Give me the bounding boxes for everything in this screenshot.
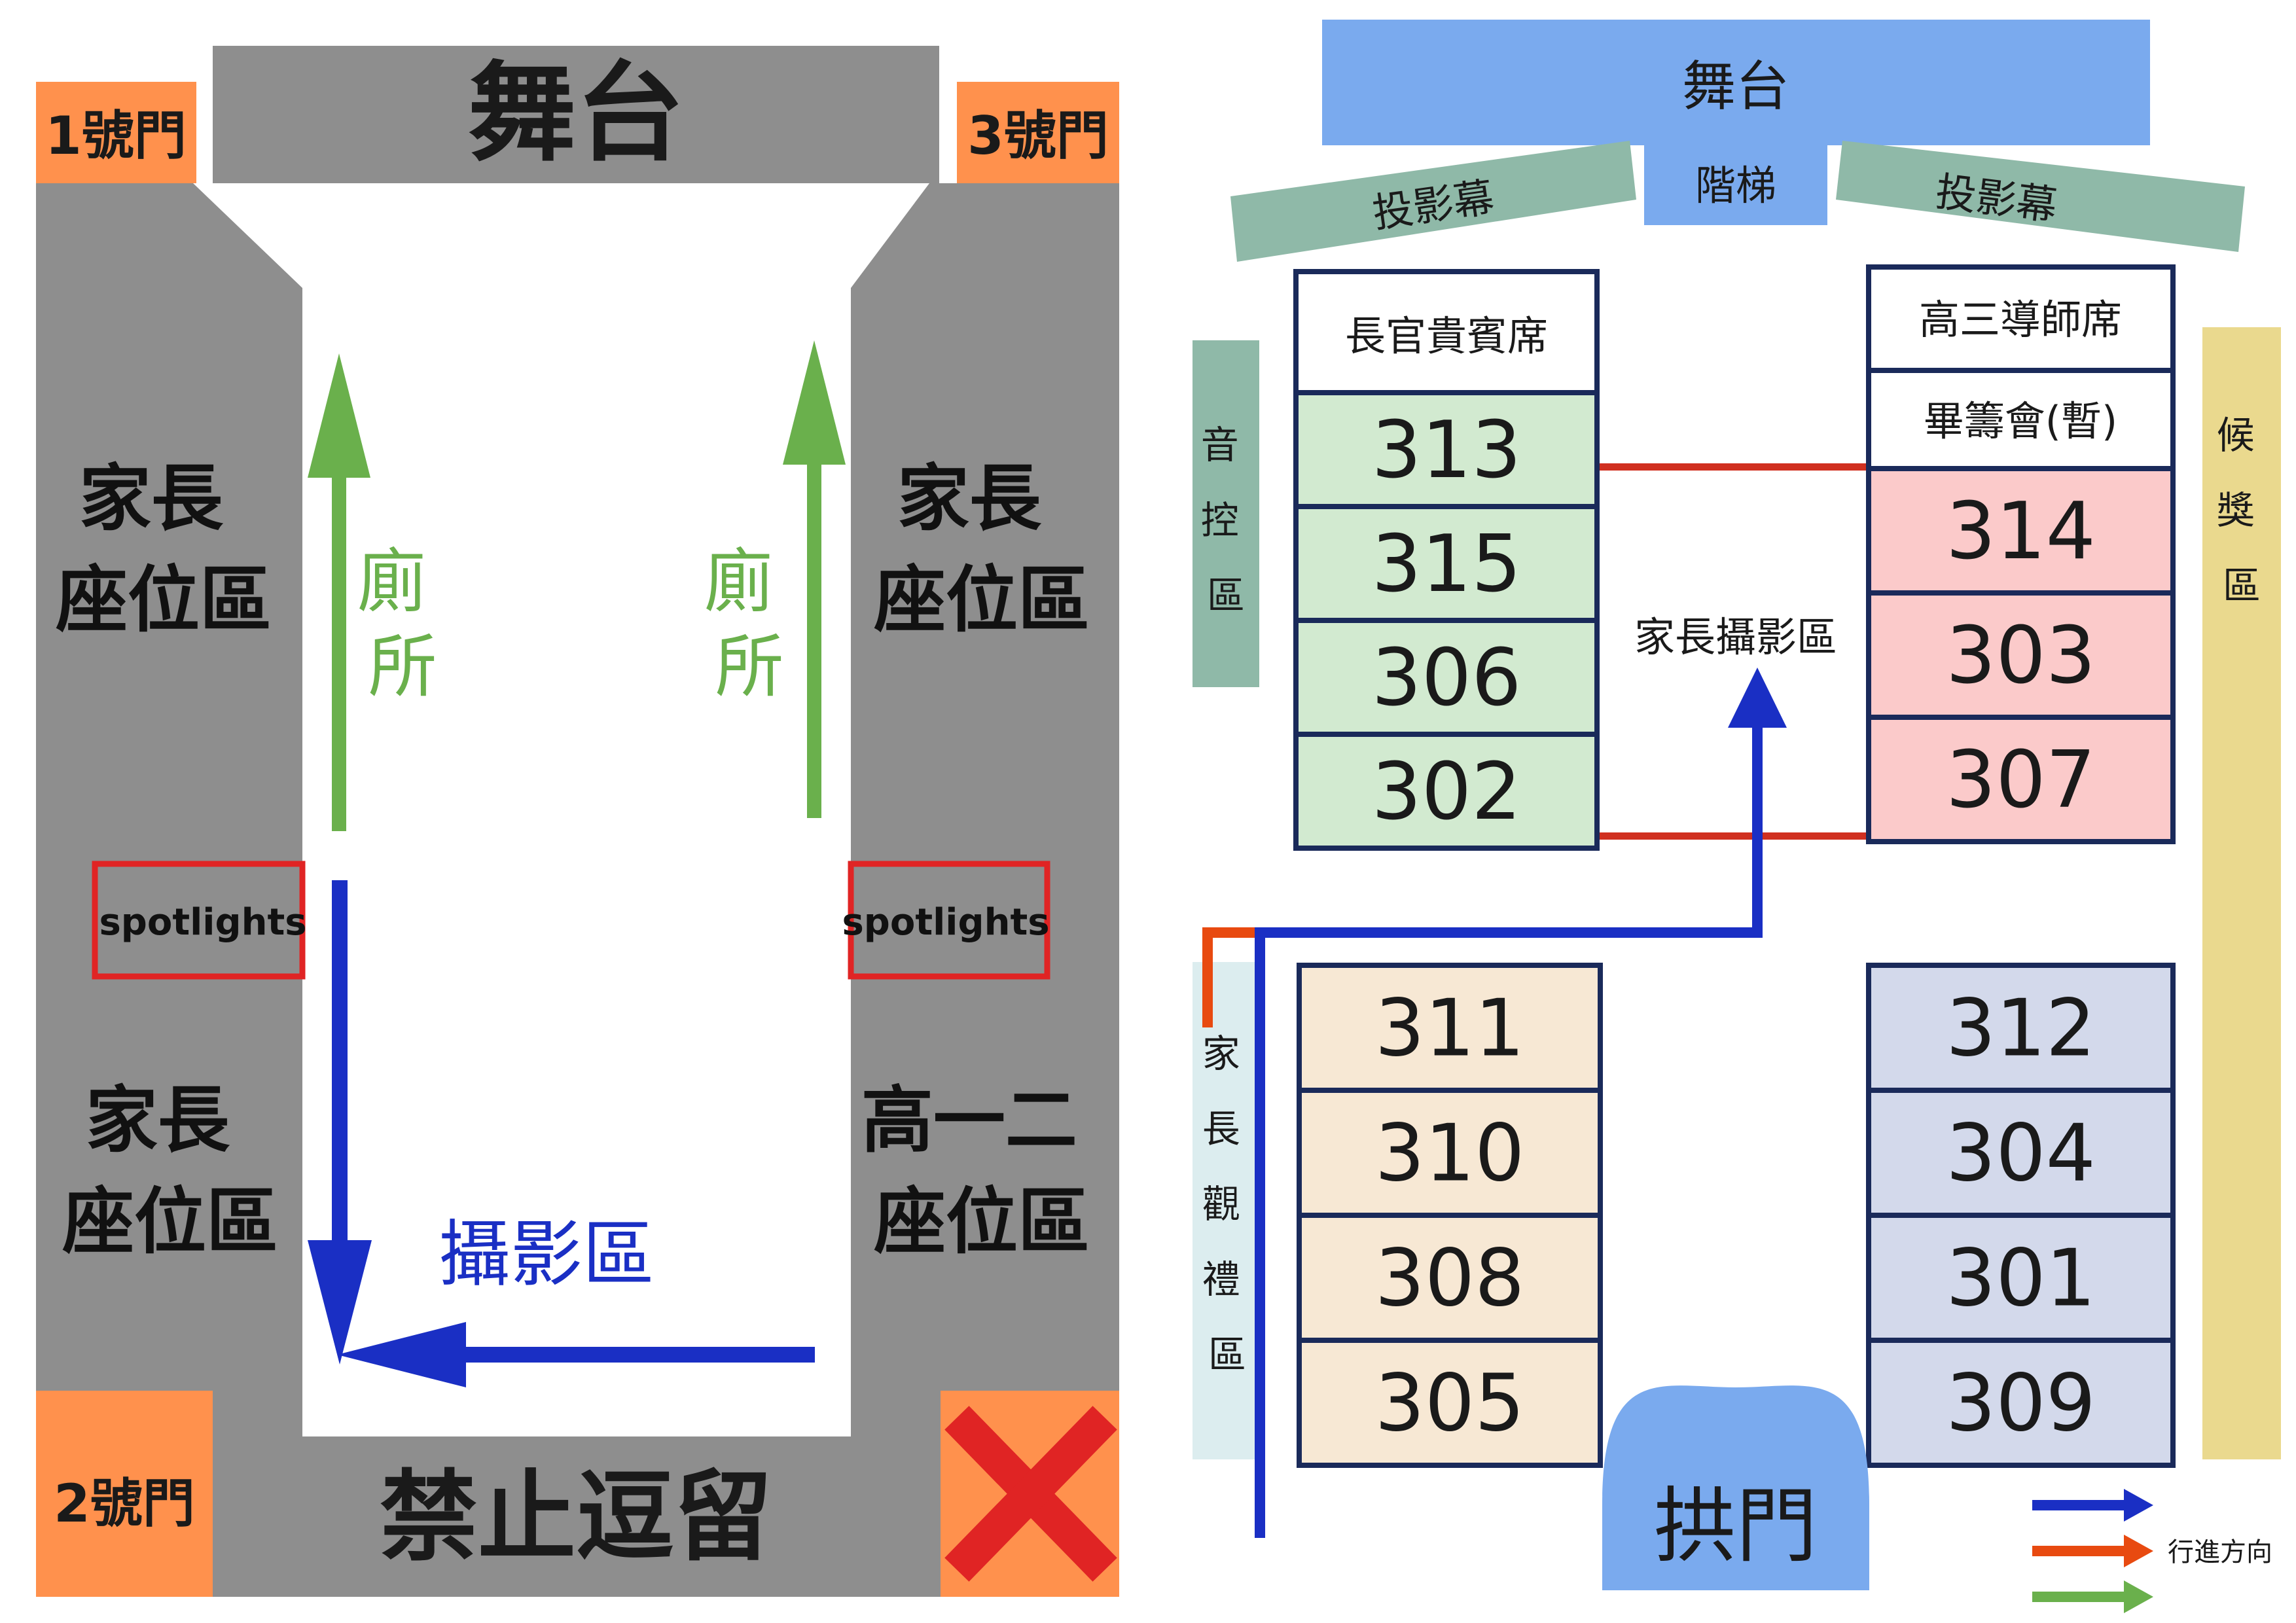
venue-seating-diagram: 舞台 1號門 3號門 2號門 家長 座位區 家長 座位區 家長 座位區 高一二 … [36, 20, 2281, 1613]
class-number-label: 309 [1946, 1359, 2096, 1450]
sound-control-label: 音 控 區 [1201, 423, 1251, 618]
class-number-label: 305 [1374, 1359, 1524, 1450]
class-number-label: 312 [1946, 984, 2096, 1075]
class-number-label: 307 [1946, 735, 2096, 826]
class-number-label: 303 [1946, 611, 2096, 702]
photo-zone-label: 攝影區 [439, 1213, 655, 1296]
parent-photo-zone-label: 家長攝影區 [1634, 613, 1837, 661]
legend-green-arrow [2032, 1592, 2130, 1602]
legend-label: 行進方向 [2168, 1537, 2272, 1567]
class-number-label: 308 [1374, 1234, 1524, 1325]
class-number-label: 302 [1371, 747, 1521, 838]
green-seat-block: 313 315 306 302 [1293, 390, 1600, 851]
stage-steps-label: 階梯 [1695, 162, 1776, 209]
legend-blue-arrow [2032, 1500, 2130, 1510]
lavender-seat-block: 312 304 301 309 [1866, 963, 2176, 1468]
vip-header-label: 長官貴賓席 [1345, 312, 1548, 360]
class-number-label: 311 [1374, 984, 1524, 1075]
class-number-label: 306 [1371, 633, 1521, 724]
spotlight-label-right: spotlights [842, 901, 1049, 944]
direction-legend: 行進方向 [2032, 1489, 2272, 1613]
blue-route-arrowhead [1728, 668, 1787, 728]
door-1-label: 1號門 [45, 105, 187, 166]
door-3-label: 3號門 [967, 105, 1109, 166]
arch-gate-label: 拱門 [1654, 1479, 1818, 1574]
senior-teacher-header-label: 高三導師席 [1919, 296, 2122, 344]
class-number-label: 314 [1946, 486, 2096, 577]
class-number-label: 304 [1946, 1109, 2096, 1200]
red-rope-top [1597, 463, 1872, 471]
door-2-label: 2號門 [54, 1473, 195, 1534]
left-floor-plan: 舞台 1號門 3號門 2號門 家長 座位區 家長 座位區 家長 座位區 高一二 … [36, 46, 1119, 1597]
right-floor-plan: 舞台 階梯 投影幕 投影幕 音 控 區 候 獎 區 家 長 觀 禮 區 長官貴賓… [1193, 20, 2281, 1613]
legend-red-arrow [2032, 1546, 2130, 1556]
awards-waiting-label: 候 獎 區 [2217, 413, 2267, 608]
class-number-label: 313 [1371, 405, 1521, 496]
beige-seat-block: 311 310 308 305 [1297, 963, 1603, 1468]
graduation-committee-header-label: 畢籌會(暫) [1924, 397, 2117, 445]
pink-seat-block: 314 303 307 [1866, 466, 2176, 844]
no-loitering-label: 禁止逗留 [380, 1461, 772, 1575]
spotlight-label-left: spotlights [99, 901, 306, 944]
class-number-label: 310 [1374, 1109, 1524, 1200]
class-number-label: 301 [1946, 1234, 2096, 1325]
left-stage-label: 舞台 [468, 50, 684, 176]
red-rope-bottom [1597, 832, 1872, 840]
right-stage-label: 舞台 [1682, 56, 1789, 118]
class-number-label: 315 [1371, 519, 1521, 610]
